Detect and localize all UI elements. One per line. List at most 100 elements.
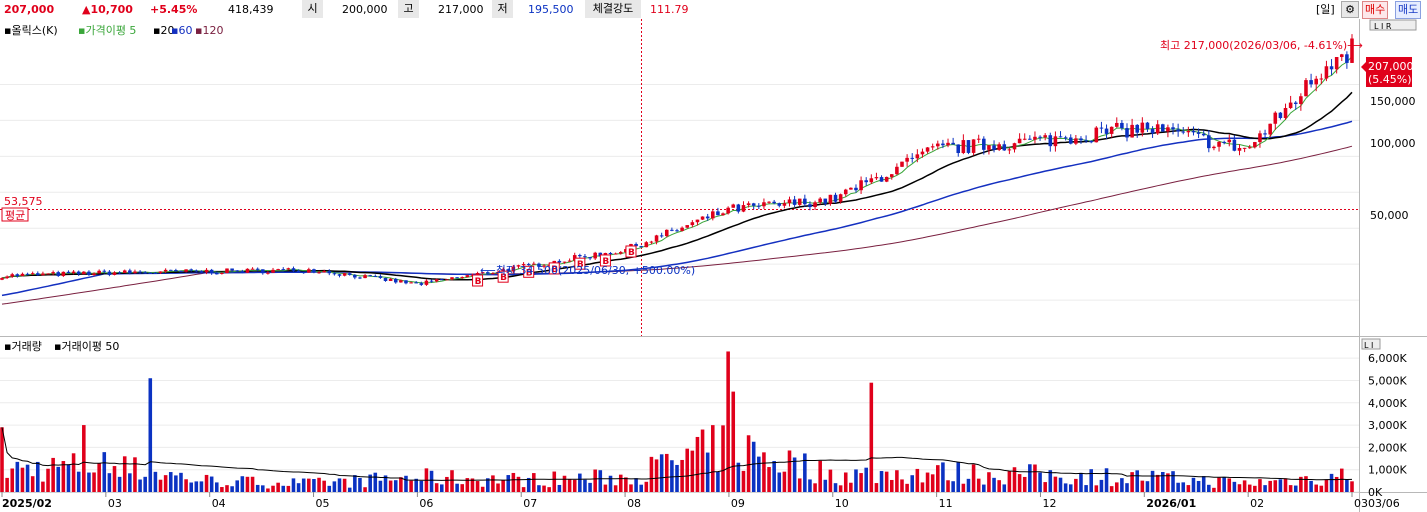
candle-body [1237,147,1242,151]
candle-body [767,201,771,203]
volume-bar [1278,479,1283,492]
volume-bar [1033,464,1037,492]
volume-bar [491,475,495,492]
volume-bar [639,484,643,492]
candle-body [419,283,424,285]
volume-bar [675,464,679,492]
volume-bar [1324,479,1329,492]
volume-ytick: 6,000K [1368,352,1407,365]
volume-bar [1125,483,1129,492]
candle-body [61,271,66,276]
volume-bar [184,479,188,492]
volume-bar [659,454,664,492]
candle-body [1150,128,1155,134]
candle-body [797,198,802,205]
candle-body [307,269,311,273]
volume-bar [854,469,858,492]
chart-canvas[interactable]: B B B B B BB ▪올릭스(K) ▪가격이평 5 ▪20 ▪60 ▪120 최고 … [0,19,1427,512]
volume-bar [194,481,199,492]
settings-gear-icon[interactable]: ⚙ [1341,1,1359,18]
candle-body [1074,138,1078,144]
candle-body [383,277,388,281]
buy-button[interactable]: 매수 [1362,1,1389,19]
candle-body [1089,140,1093,143]
candle-body [317,272,321,274]
low-label: 저 [492,0,513,18]
volume-bar [1109,486,1114,492]
volume-bar [946,480,950,492]
volume-bar [936,465,940,492]
volume-bar [1099,479,1104,492]
candle-body [1176,129,1180,132]
candle-body [716,211,720,216]
candle-body [1299,96,1303,104]
candle-body [659,235,664,237]
candle-body [51,272,55,274]
volume-bar [634,478,638,492]
volume-ma-legend: ▪거래이평 50 [54,340,119,353]
volume-bar [41,481,45,492]
volume-bar [1314,484,1318,492]
candle-body [71,271,76,274]
candle-body [1273,112,1278,124]
volume-bar [404,475,408,492]
volume-bar [557,484,562,492]
volume-bar [588,482,592,492]
candle-body [322,271,326,273]
buy-signal-letter: B [475,277,482,287]
volume-bar [782,471,787,492]
price-panel-buttons-label: L I R [1374,22,1392,31]
candle-body [588,257,592,259]
volume-bar [1212,487,1216,492]
price-legend-stock: ▪올릭스(K) [4,24,58,37]
volume-bar [976,478,981,492]
volume-bar [746,435,751,492]
candle-body [281,269,286,271]
volume-bar [971,464,976,492]
candle-body [434,279,439,282]
period-daily-button[interactable]: [일] [1316,2,1335,17]
candle-body [46,273,50,275]
volume-bar [66,464,71,492]
volume-bar [874,483,879,492]
volume-bar [1232,481,1237,492]
volume-bar [409,480,413,492]
candle-body [353,274,357,278]
candle-body [41,273,45,276]
candle-body [889,174,894,177]
volume-bar [915,468,920,492]
candle-body [869,178,874,183]
volume-bar [705,452,710,492]
candle-body [20,273,25,277]
buy-signal-letter: B [628,248,635,258]
candle-body [1324,66,1329,79]
candle-body [1217,141,1221,147]
volume-bar [501,480,505,492]
candle-body [1068,137,1073,144]
volume-bar [1130,472,1134,492]
candle-body [762,202,766,207]
candle-body [721,213,725,216]
candle-body [25,273,30,275]
volume-bar [276,482,280,492]
volume-bar [1002,484,1007,492]
candle-body [879,177,884,182]
candle-body [803,198,807,205]
candle-body [327,271,332,274]
volume-bar [30,476,35,492]
candle-body [828,194,833,204]
sell-button[interactable]: 매도 [1395,1,1422,19]
volume-bar [690,450,695,492]
volume-bar [61,461,66,492]
candle-body [266,272,270,274]
candle-body [849,187,853,190]
volume-bar [721,425,725,492]
candle-body [455,277,459,279]
candle-body [368,275,372,277]
volume-legend: ▪거래량 [4,340,42,353]
volume-bar [629,484,633,492]
candle-body [936,143,940,147]
candle-body [1053,136,1058,147]
candle-body [143,272,147,274]
volume-bar [731,391,736,492]
